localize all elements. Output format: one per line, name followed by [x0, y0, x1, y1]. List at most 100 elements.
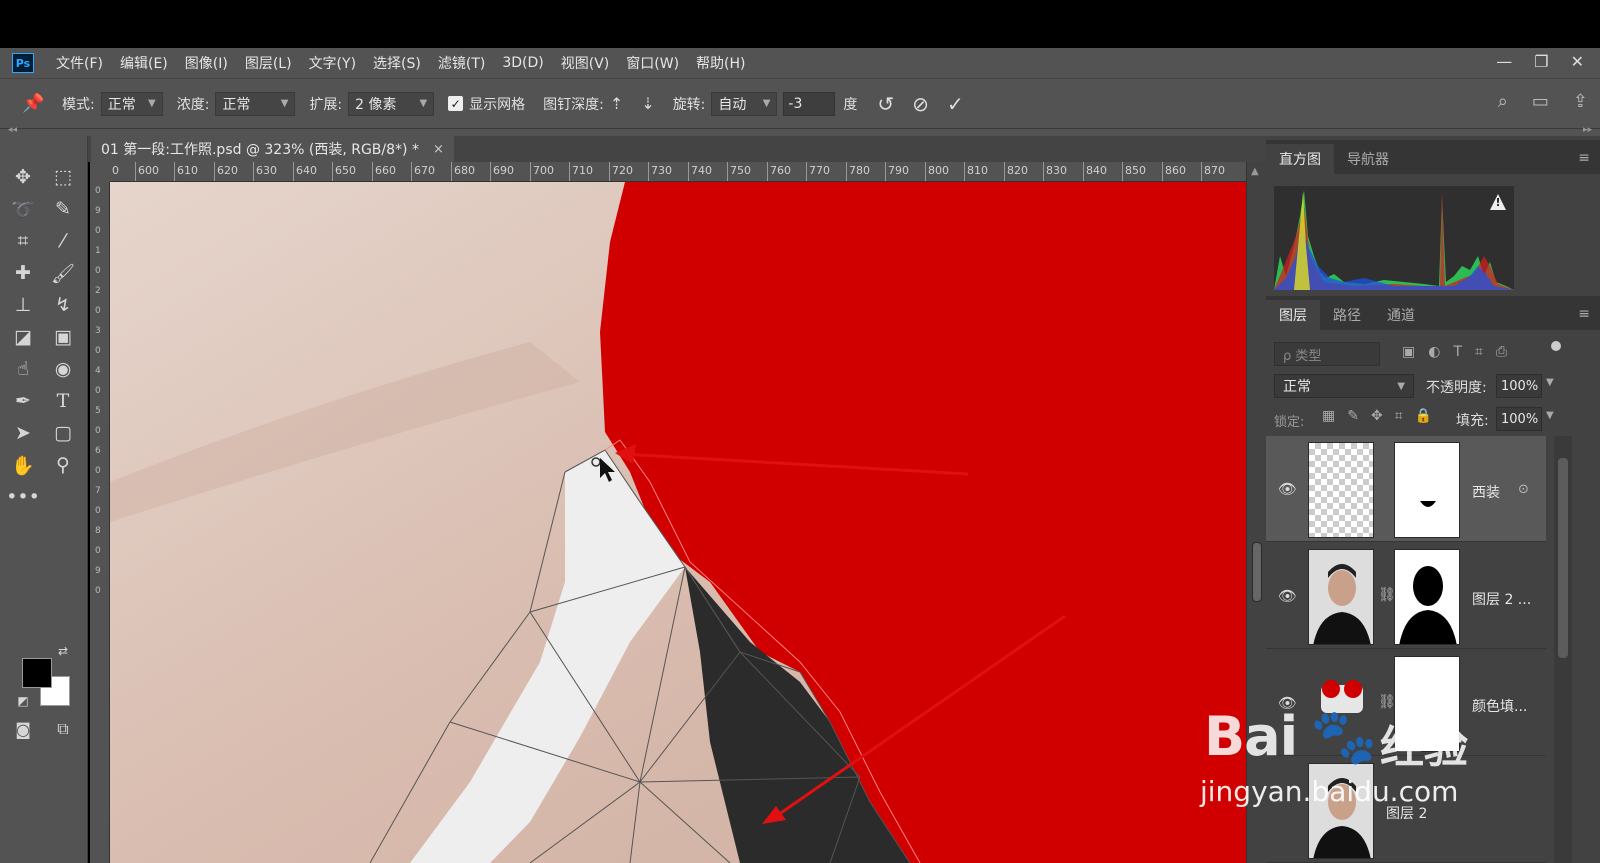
collapse-right-icon[interactable]: ▸▸	[1583, 125, 1592, 135]
stamp-icon[interactable]: ⊥	[8, 290, 38, 320]
move-icon[interactable]: ✥	[8, 162, 38, 192]
scroll-up-icon[interactable]: ▲	[1251, 166, 1259, 177]
canvas-vertical-scrollbar[interactable]: ▲	[1246, 162, 1266, 863]
tab-histogram[interactable]: 直方图	[1266, 144, 1334, 174]
tab-channels[interactable]: 通道	[1374, 300, 1428, 330]
opacity-input[interactable]: 100%	[1496, 374, 1542, 398]
lasso-icon[interactable]: ➰	[8, 194, 38, 224]
tab-paths[interactable]: 路径	[1320, 300, 1374, 330]
lock-transparency-icon[interactable]: ▦	[1322, 408, 1335, 424]
adjustment-filter-icon[interactable]: ◐	[1428, 344, 1440, 360]
puppet-warp-pin-icon[interactable]: 📌	[22, 93, 62, 114]
layer-row[interactable]: 👁 ⛓ 颜色填...	[1266, 650, 1546, 756]
menu-type[interactable]: 文字(Y)	[309, 53, 356, 73]
search-icon[interactable]: ⌕	[1498, 91, 1508, 112]
swap-colors-icon[interactable]: ⇄	[54, 642, 72, 660]
menu-3d[interactable]: 3D(D)	[502, 55, 543, 71]
eraser-icon[interactable]: ◪	[8, 322, 38, 352]
layer-name[interactable]: 西装	[1472, 482, 1500, 502]
zoom-icon[interactable]: ⚲	[48, 450, 78, 480]
rotate-angle-input[interactable]: -3	[783, 91, 836, 116]
more-tools-icon[interactable]: •••	[6, 482, 40, 512]
type-icon[interactable]: T	[48, 386, 78, 416]
mode-select[interactable]: 正常 ▼	[100, 91, 163, 116]
layer-name[interactable]: 颜色填...	[1472, 696, 1527, 716]
share-icon[interactable]: ⇪	[1573, 91, 1588, 112]
tab-navigator[interactable]: 导航器	[1334, 144, 1402, 174]
filter-toggle[interactable]	[1551, 341, 1561, 351]
document-tab[interactable]: 01 第一段:工作照.psd @ 323% (西装, RGB/8*) * ×	[91, 136, 454, 162]
expand-select[interactable]: 2 像素 ▼	[348, 91, 435, 116]
chevron-down-icon[interactable]: ▼	[1546, 410, 1554, 421]
foreground-color-swatch[interactable]	[22, 658, 52, 688]
eye-icon[interactable]: 👁	[1278, 480, 1297, 498]
hand-icon[interactable]: ✋	[8, 450, 38, 480]
close-document-icon[interactable]: ×	[433, 142, 444, 157]
path-select-icon[interactable]: ➤	[8, 418, 38, 448]
lock-position-icon[interactable]: ✥	[1371, 408, 1383, 424]
density-select[interactable]: 正常 ▼	[215, 91, 296, 116]
pin-backward-icon[interactable]: ⇣	[641, 94, 654, 113]
layer-row[interactable]: 👁 西装 ⊙	[1266, 436, 1546, 542]
shape-icon[interactable]: ▢	[48, 418, 78, 448]
collapse-left-icon[interactable]: ◂◂	[8, 125, 17, 135]
show-mesh-checkbox[interactable]: ✓	[448, 96, 464, 111]
close-icon[interactable]: ✕	[1571, 52, 1584, 71]
rotate-select[interactable]: 自动 ▼	[711, 91, 778, 116]
shape-filter-icon[interactable]: ⌗	[1475, 344, 1483, 360]
fill-input[interactable]: 100%	[1496, 407, 1542, 431]
menu-edit[interactable]: 编辑(E)	[120, 53, 168, 73]
document-canvas[interactable]	[110, 182, 1246, 863]
layer-row[interactable]: 图层 2	[1266, 757, 1546, 863]
dodge-icon[interactable]: ◉	[48, 354, 78, 384]
menu-select[interactable]: 选择(S)	[373, 53, 421, 73]
scroll-thumb[interactable]	[1252, 542, 1262, 602]
menu-layer[interactable]: 图层(L)	[245, 53, 292, 73]
layers-scroll-thumb[interactable]	[1558, 458, 1568, 658]
restore-icon[interactable]: ❐	[1534, 52, 1548, 71]
lock-all-icon[interactable]: 🔒	[1415, 408, 1432, 424]
eye-icon[interactable]: 👁	[1278, 587, 1297, 605]
healing-icon[interactable]: ✚	[8, 258, 38, 288]
lock-artboard-icon[interactable]: ⌗	[1395, 408, 1403, 424]
tab-layers[interactable]: 图层	[1266, 300, 1320, 330]
history-brush-icon[interactable]: ↯	[48, 290, 78, 320]
cancel-icon[interactable]: ⊘	[912, 92, 929, 116]
pin-forward-icon[interactable]: ⇡	[610, 94, 623, 113]
layers-scrollbar[interactable]	[1554, 436, 1572, 863]
crop-icon[interactable]: ⌗	[8, 226, 38, 256]
brush-icon[interactable]: 🖌	[48, 258, 78, 288]
layer-filter-select[interactable]: ρ 类型	[1274, 342, 1380, 366]
blend-mode-select[interactable]: 正常 ▼	[1274, 374, 1414, 398]
chevron-down-icon[interactable]: ▼	[1546, 377, 1554, 388]
pen-icon[interactable]: ✒	[8, 386, 38, 416]
eyedropper-icon[interactable]: ⁄	[48, 226, 78, 256]
smudge-icon[interactable]: ☝	[8, 354, 38, 384]
quick-select-icon[interactable]: ✎	[48, 194, 78, 224]
smart-object-filter-icon[interactable]: ⎙	[1496, 344, 1507, 360]
type-filter-icon[interactable]: T	[1453, 344, 1462, 360]
panel-menu-icon[interactable]: ≡	[1578, 306, 1590, 322]
workspace-icon[interactable]: ▭	[1532, 91, 1549, 112]
gradient-icon[interactable]: ▣	[48, 322, 78, 352]
marquee-icon[interactable]: ⬚	[48, 162, 78, 192]
panel-menu-icon[interactable]: ≡	[1578, 150, 1590, 166]
menu-image[interactable]: 图像(I)	[185, 53, 228, 73]
menu-help[interactable]: 帮助(H)	[696, 53, 745, 73]
commit-checkmark-icon[interactable]: ✓	[947, 92, 964, 116]
menu-file[interactable]: 文件(F)	[56, 53, 103, 73]
layer-row[interactable]: 👁 ⛓ 图层 2 ...	[1266, 543, 1546, 649]
menu-window[interactable]: 窗口(W)	[626, 53, 679, 73]
minimize-icon[interactable]: —	[1496, 52, 1512, 71]
layer-name[interactable]: 图层 2 ...	[1472, 589, 1531, 609]
pixel-filter-icon[interactable]: ▣	[1402, 344, 1415, 360]
layer-name[interactable]: 图层 2	[1386, 803, 1427, 823]
default-colors-icon[interactable]: ◩	[14, 692, 32, 710]
reset-icon[interactable]: ↺	[877, 92, 894, 116]
smart-filter-icon[interactable]: ⊙	[1518, 482, 1529, 497]
lock-pixels-icon[interactable]: ✎	[1347, 408, 1359, 424]
screen-mode-icon[interactable]: ⧉	[48, 714, 78, 744]
eye-icon[interactable]: 👁	[1278, 694, 1297, 712]
menu-view[interactable]: 视图(V)	[561, 53, 610, 73]
quick-mask-icon[interactable]: ◙	[8, 714, 38, 744]
